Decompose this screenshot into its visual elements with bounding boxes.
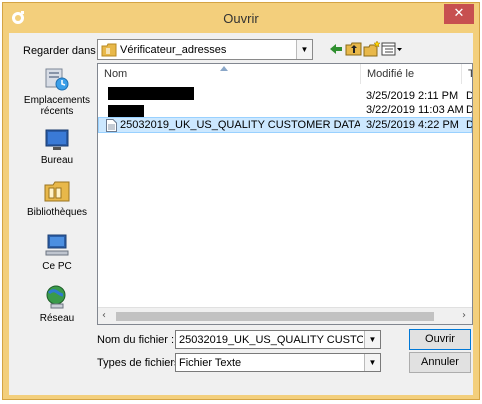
chevron-down-icon[interactable]: ▼: [364, 354, 380, 371]
file-date: 3/25/2019 4:22 PM: [366, 119, 459, 131]
title-bar[interactable]: Ouvrir ✕: [3, 3, 479, 33]
recent-places-icon: [45, 68, 69, 91]
horizontal-scrollbar[interactable]: ‹ ›: [98, 307, 472, 324]
filetype-select[interactable]: Fichier Texte ▼: [175, 353, 381, 372]
view-menu-icon[interactable]: [381, 40, 403, 58]
filetype-label: Types de fichiers :: [97, 357, 186, 369]
file-list[interactable]: Nom Modifié le Ty 3/25/2019 2:11 PM Dc 3…: [97, 63, 473, 325]
chevron-down-icon[interactable]: ▼: [364, 331, 380, 348]
computer-icon: [45, 234, 69, 256]
window-title: Ouvrir: [223, 11, 259, 26]
filename-value[interactable]: 25032019_UK_US_QUALITY CUSTOMER DATA.txt: [179, 334, 363, 346]
look-in-value: Vérificateur_adresses: [120, 44, 227, 56]
new-folder-icon[interactable]: [363, 40, 381, 58]
place-label: Bibliothèques: [26, 207, 88, 218]
file-row-selected[interactable]: 25032019_UK_US_QUALITY CUSTOMER DATA.txt…: [98, 117, 472, 133]
place-label: Bureau: [40, 155, 74, 166]
column-header-date[interactable]: Modifié le: [361, 64, 462, 84]
folder-icon: [101, 43, 117, 57]
scroll-thumb[interactable]: [116, 312, 434, 321]
place-label: Réseau: [39, 313, 75, 324]
place-this-pc[interactable]: Ce PC: [21, 231, 93, 272]
column-header-name[interactable]: Nom: [98, 64, 361, 84]
filename-label: Nom du fichier :: [97, 334, 175, 346]
filetype-value: Fichier Texte: [179, 357, 242, 369]
filename-input[interactable]: 25032019_UK_US_QUALITY CUSTOMER DATA.txt…: [175, 330, 381, 349]
scroll-right-icon[interactable]: ›: [462, 310, 466, 321]
back-arrow-icon[interactable]: [327, 40, 345, 58]
open-dialog: Ouvrir ✕ Regarder dans : Vérificateur_ad…: [2, 2, 480, 400]
close-button[interactable]: ✕: [444, 4, 474, 24]
file-name: 25032019_UK_US_QUALITY CUSTOMER DATA.txt: [120, 119, 360, 131]
places-bar: Emplacements récents Bureau Bibliothèque…: [21, 65, 93, 324]
column-header-type[interactable]: Ty: [462, 64, 472, 84]
network-icon: [46, 285, 66, 309]
place-label: Ce PC: [42, 261, 72, 272]
place-libraries[interactable]: Bibliothèques: [21, 177, 93, 218]
file-row[interactable]: 3/25/2019 2:11 PM Dc: [98, 87, 472, 103]
text-file-icon: [106, 119, 117, 132]
open-button[interactable]: Ouvrir: [409, 329, 471, 350]
look-in-label: Regarder dans :: [23, 45, 102, 57]
libraries-icon: [44, 181, 70, 202]
redacted-name: [108, 87, 194, 100]
file-type: Dc: [466, 118, 472, 132]
look-in-dropdown[interactable]: Vérificateur_adresses ▼: [97, 39, 313, 60]
place-network[interactable]: Réseau: [21, 283, 93, 324]
file-type: Dc: [466, 103, 472, 117]
place-desktop[interactable]: Bureau: [21, 127, 93, 166]
place-label: Emplacements récents: [23, 95, 91, 117]
file-row[interactable]: 3/22/2019 11:03 AM Dc: [98, 103, 472, 118]
place-recent[interactable]: Emplacements récents: [21, 65, 93, 117]
up-folder-icon[interactable]: [345, 40, 363, 58]
dialog-body: Regarder dans : Vérificateur_adresses ▼: [9, 33, 473, 395]
cancel-button[interactable]: Annuler: [409, 352, 471, 373]
scroll-left-icon[interactable]: ‹: [102, 310, 106, 321]
file-date: 3/22/2019 11:03 AM: [366, 104, 464, 116]
file-type: Dc: [466, 89, 472, 103]
desktop-icon: [45, 129, 69, 150]
chevron-down-icon[interactable]: ▼: [296, 40, 312, 59]
file-date: 3/25/2019 2:11 PM: [366, 90, 459, 102]
sort-ascending-icon: [220, 66, 228, 71]
